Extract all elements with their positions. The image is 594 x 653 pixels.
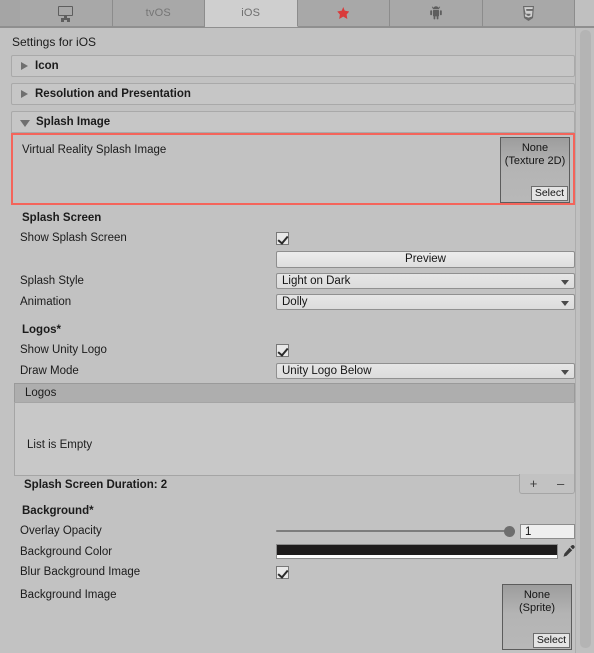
chevron-down-icon xyxy=(561,279,569,285)
logos-list-add-button[interactable]: + xyxy=(526,477,542,490)
tab-tvos-label: tvOS xyxy=(145,7,171,19)
html5-icon xyxy=(522,5,535,21)
background-image-label: Background Image xyxy=(20,589,117,601)
vr-splash-image-label: Virtual Reality Splash Image xyxy=(22,144,167,156)
settings-title: Settings for iOS xyxy=(12,35,97,49)
vr-splash-select-button[interactable]: Select xyxy=(530,186,568,201)
chevron-down-icon xyxy=(561,300,569,306)
show-unity-logo-checkbox[interactable] xyxy=(276,343,289,357)
logos-list-empty-label: List is Empty xyxy=(27,439,93,451)
logos-list-remove-button[interactable]: – xyxy=(553,477,568,490)
row-preview: Preview xyxy=(11,248,575,270)
logos-list-body[interactable]: List is Empty xyxy=(14,402,575,476)
ps4-icon xyxy=(337,7,350,19)
background-color-alpha-bar xyxy=(277,555,557,558)
animation-value: Dolly xyxy=(282,295,308,308)
foldout-icon-label: Icon xyxy=(35,60,59,72)
tab-android[interactable] xyxy=(390,0,483,27)
vr-splash-object-type: (Texture 2D) xyxy=(504,155,566,167)
monitor-icon xyxy=(58,6,74,20)
draw-mode-label: Draw Mode xyxy=(20,364,79,377)
android-icon xyxy=(429,5,443,21)
tab-standalone[interactable] xyxy=(20,0,113,27)
logos-reorderable-list: Logos List is Empty Splash Screen Durati… xyxy=(14,383,575,494)
chevron-right-icon xyxy=(21,62,28,70)
row-draw-mode: Draw Mode Unity Logo Below xyxy=(11,360,575,381)
row-blur-background-image: Blur Background Image xyxy=(11,562,575,582)
background-image-object-field[interactable]: None (Sprite) Select xyxy=(502,584,572,650)
splash-style-value: Light on Dark xyxy=(282,274,351,287)
foldout-icon[interactable]: Icon xyxy=(11,55,575,77)
logos-list-header: Logos xyxy=(14,383,575,402)
row-background-color: Background Color xyxy=(11,541,575,562)
tab-webgl[interactable] xyxy=(482,0,575,27)
animation-label: Animation xyxy=(20,295,72,308)
logos-list-add-remove-group: + – xyxy=(519,474,575,494)
background-color-swatch xyxy=(277,545,557,555)
splash-style-label: Splash Style xyxy=(20,274,84,287)
vr-splash-image-highlight: Virtual Reality Splash Image None (Textu… xyxy=(11,133,575,205)
eyedropper-icon[interactable] xyxy=(561,544,575,559)
tab-tvos[interactable]: tvOS xyxy=(112,0,205,27)
splash-screen-section-header: Splash Screen xyxy=(22,212,102,224)
vr-splash-object-none: None xyxy=(521,142,549,154)
tab-bar-right-gutter xyxy=(575,0,594,27)
preview-button[interactable]: Preview xyxy=(276,250,575,268)
foldout-resolution-and-presentation[interactable]: Resolution and Presentation xyxy=(11,83,575,105)
vr-splash-image-object-field[interactable]: None (Texture 2D) Select xyxy=(500,137,570,203)
tab-bar-left-gutter xyxy=(0,0,20,27)
row-overlay-opacity: Overlay Opacity 1 xyxy=(11,521,575,541)
draw-mode-value: Unity Logo Below xyxy=(282,364,372,377)
inspector-scrollbar[interactable] xyxy=(575,28,594,653)
foldout-splash-image-label: Splash Image xyxy=(36,116,111,128)
splash-style-dropdown[interactable]: Light on Dark xyxy=(276,272,575,289)
background-color-field[interactable] xyxy=(276,544,558,559)
animation-dropdown[interactable]: Dolly xyxy=(276,293,575,310)
player-settings-inspector: Settings for iOS Icon Resolution and Pre… xyxy=(0,28,594,653)
platform-tab-bar: tvOS iOS xyxy=(0,0,594,28)
show-splash-screen-checkbox[interactable] xyxy=(276,231,289,245)
splash-image-group-body: Virtual Reality Splash Image None (Textu… xyxy=(11,133,575,650)
chevron-down-icon xyxy=(20,119,30,127)
draw-mode-dropdown[interactable]: Unity Logo Below xyxy=(276,362,575,379)
splash-screen-duration-label: Splash Screen Duration: 2 xyxy=(24,479,168,491)
tab-ps4[interactable] xyxy=(297,0,390,27)
overlay-opacity-slider[interactable] xyxy=(276,524,516,538)
row-splash-style: Splash Style Light on Dark xyxy=(11,270,575,291)
foldout-resolution-label: Resolution and Presentation xyxy=(35,88,191,100)
background-section-header: Background* xyxy=(22,505,94,517)
background-image-block: Background Image None (Sprite) Select xyxy=(11,584,575,650)
background-image-object-type: (Sprite) xyxy=(518,602,556,614)
row-animation: Animation Dolly xyxy=(11,291,575,312)
overlay-opacity-slider-handle[interactable] xyxy=(504,525,516,537)
background-image-select-button[interactable]: Select xyxy=(532,633,570,648)
settings-panel: Icon Resolution and Presentation Splash … xyxy=(11,55,575,653)
logos-list-footer: Splash Screen Duration: 2 + – xyxy=(14,474,575,494)
background-color-label: Background Color xyxy=(20,545,113,558)
logos-section-header: Logos* xyxy=(22,324,61,336)
chevron-right-icon xyxy=(21,90,28,98)
chevron-down-icon xyxy=(561,369,569,375)
tab-ios[interactable]: iOS xyxy=(205,0,298,27)
blur-background-image-checkbox[interactable] xyxy=(276,565,289,579)
foldout-splash-image[interactable]: Splash Image xyxy=(11,111,575,133)
overlay-opacity-value-field[interactable]: 1 xyxy=(520,523,575,539)
inspector-scrollbar-thumb[interactable] xyxy=(580,30,591,648)
blur-background-image-label: Blur Background Image xyxy=(20,566,141,578)
row-show-unity-logo: Show Unity Logo xyxy=(11,340,575,360)
tab-ios-label: iOS xyxy=(241,7,261,19)
overlay-opacity-slider-track xyxy=(276,530,516,532)
row-show-splash-screen: Show Splash Screen xyxy=(11,228,575,248)
overlay-opacity-label: Overlay Opacity xyxy=(20,525,102,537)
background-image-object-none: None xyxy=(523,589,551,601)
show-splash-screen-label: Show Splash Screen xyxy=(20,232,127,244)
show-unity-logo-label: Show Unity Logo xyxy=(20,344,107,356)
